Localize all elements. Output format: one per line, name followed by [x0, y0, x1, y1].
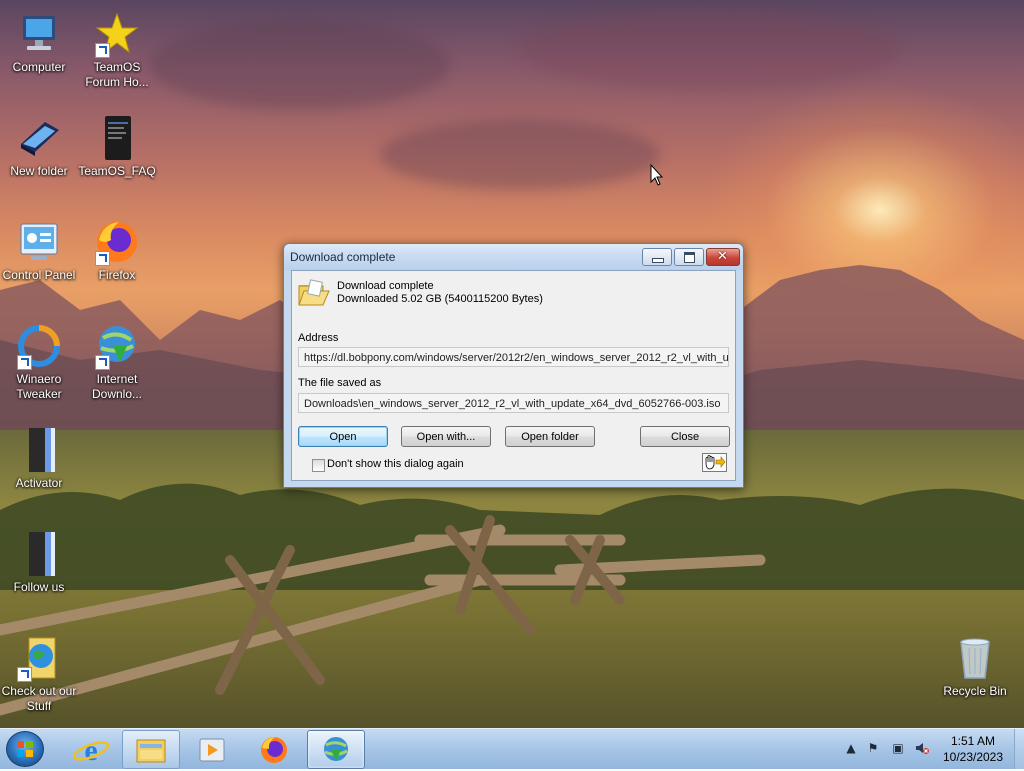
close-button[interactable]: Close [640, 426, 730, 447]
address-label: Address [298, 332, 339, 344]
dialog-heading: Download complete [337, 280, 434, 292]
desktop-icon-label: Follow us [13, 580, 65, 594]
desktop-icon-label: Internet Downlo... [91, 372, 143, 401]
desktop-icon-label: TeamOS_FAQ [78, 164, 156, 178]
dialog-body: Download complete Downloaded 5.02 GB (54… [291, 270, 736, 481]
book-icon [15, 530, 63, 578]
taskbar-media-player[interactable] [183, 730, 241, 769]
open-folder-button[interactable]: Open folder [505, 426, 595, 447]
minimize-icon [652, 258, 664, 263]
idm-icon [93, 322, 141, 370]
desktop-icon-follow-us[interactable]: Follow us [0, 530, 78, 595]
firefox-icon [93, 218, 141, 266]
network-icon[interactable]: ▣ [891, 741, 905, 755]
media-icon [199, 738, 225, 762]
desktop-icon-check-out-our-stuff[interactable]: Check out our Stuff [0, 634, 78, 714]
taskbar-internet-explorer[interactable]: e [62, 730, 120, 769]
desktop-icon-winaero-tweaker[interactable]: Winaero Tweaker [0, 322, 78, 402]
dont-show-again-label[interactable]: Don't show this dialog again [327, 458, 464, 470]
ie-icon: e [72, 734, 110, 767]
wooden-fence [0, 515, 766, 716]
maximize-button[interactable] [674, 248, 704, 266]
desktop-icon-label: New folder [10, 164, 68, 178]
computer-icon [15, 10, 63, 58]
hand-pointer-icon [705, 455, 726, 470]
cloud [380, 120, 660, 190]
download-complete-dialog: Download complete ✕ Download complete Do… [283, 243, 744, 488]
action-center-flag-icon[interactable]: ⚑ [866, 741, 880, 755]
folder-icon [15, 114, 63, 162]
saved-as-label: The file saved as [298, 377, 382, 389]
taskbar: e ▲ ⚑ ▣ 1:51 AM 10/23/2023 [0, 728, 1024, 769]
winaero-icon [15, 322, 63, 370]
star-icon [93, 10, 141, 58]
show-hidden-icons-chevron-icon[interactable]: ▲ [844, 741, 858, 755]
close-window-button[interactable]: ✕ [706, 248, 740, 266]
shortcut-arrow-icon [95, 251, 110, 266]
dont-show-again-checkbox[interactable] [312, 459, 325, 472]
hand-arrow-button[interactable] [702, 453, 727, 472]
globe-book-icon [15, 634, 63, 682]
desktop-icon-control-panel[interactable]: Control Panel [0, 218, 78, 283]
taskbar-internet-download-manager[interactable] [307, 730, 365, 769]
desktop-icon-activator[interactable]: Activator [0, 426, 78, 491]
desktop-icon-label: Recycle Bin [943, 684, 1007, 698]
desktop-icon-label: Firefox [98, 268, 136, 282]
show-desktop-button[interactable] [1014, 729, 1024, 769]
desktop-icon-teamos-faq[interactable]: TeamOS_FAQ [78, 114, 156, 179]
clock-time[interactable]: 1:51 AM [940, 734, 1006, 748]
address-field[interactable]: https://dl.bobpony.com/windows/server/20… [298, 347, 729, 367]
desktop-icon-new-folder[interactable]: New folder [0, 114, 78, 179]
control-panel-icon [15, 218, 63, 266]
taskbar-firefox[interactable] [245, 730, 303, 769]
saved-as-field[interactable]: Downloads\en_windows_server_2012_r2_vl_w… [298, 393, 729, 413]
shortcut-arrow-icon [95, 355, 110, 370]
idm-icon [324, 737, 348, 761]
book-icon [15, 426, 63, 474]
windows-logo-icon [17, 741, 33, 757]
shortcut-arrow-icon [17, 355, 32, 370]
open-folder-icon [298, 279, 330, 306]
open-button[interactable]: Open [298, 426, 388, 447]
desktop-icon-label: Activator [15, 476, 63, 490]
open-with-button[interactable]: Open with... [401, 426, 491, 447]
clock-date[interactable]: 10/23/2023 [940, 750, 1006, 764]
cloud [150, 20, 450, 110]
downloaded-size-text: Downloaded 5.02 GB (5400115200 Bytes) [337, 293, 543, 305]
maximize-icon [684, 252, 695, 263]
firefox-icon [261, 737, 287, 763]
desktop-icon-recycle-bin[interactable]: Recycle Bin [936, 634, 1014, 699]
dialog-title: Download complete [290, 250, 396, 264]
minimize-button[interactable] [642, 248, 672, 266]
close-icon: ✕ [717, 249, 728, 264]
desktop-icon-label: Winaero Tweaker [16, 372, 62, 401]
folder-icon [136, 739, 166, 763]
shortcut-arrow-icon [95, 43, 110, 58]
start-button[interactable] [6, 731, 44, 767]
desktop-icon-label: Computer [12, 60, 66, 74]
document-icon [93, 114, 141, 162]
desktop-icon-internet-download-manager[interactable]: Internet Downlo... [78, 322, 156, 402]
taskbar-file-explorer[interactable] [122, 730, 180, 769]
desktop-icon-label: TeamOS Forum Ho... [85, 60, 149, 89]
cloud [520, 10, 900, 90]
dialog-titlebar[interactable]: Download complete ✕ [284, 244, 743, 270]
svg-text:e: e [84, 734, 97, 767]
desktop-icon-teamos-forum[interactable]: TeamOS Forum Ho... [78, 10, 156, 90]
mouse-cursor-icon [650, 164, 664, 186]
desktop-icon-firefox[interactable]: Firefox [78, 218, 156, 283]
recycle-bin-icon [951, 634, 999, 682]
shortcut-arrow-icon [17, 667, 32, 682]
desktop-icon-label: Check out our Stuff [1, 684, 77, 713]
volume-muted-icon[interactable] [915, 741, 929, 755]
desktop-icon-label: Control Panel [2, 268, 76, 282]
desktop-icon-computer[interactable]: Computer [0, 10, 78, 75]
